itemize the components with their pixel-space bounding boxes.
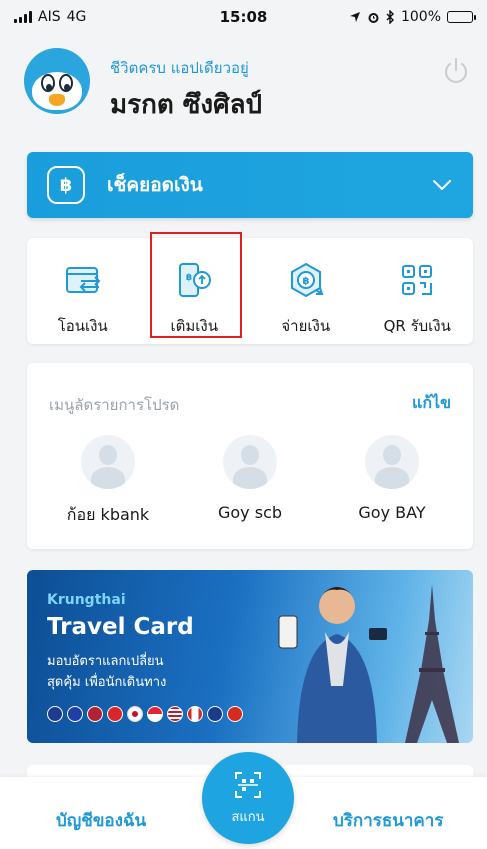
battery-text: 100% <box>400 9 441 25</box>
favorite-item[interactable]: ก้อย kbank <box>43 435 173 528</box>
flag-icon <box>107 706 123 722</box>
network: 4G <box>66 9 87 25</box>
action-transfer[interactable]: โอนเงิน <box>27 238 139 344</box>
flag-icon <box>127 706 143 722</box>
action-pay[interactable]: ฿ จ่ายเงิน <box>250 238 362 344</box>
action-label: จ่ายเงิน <box>281 317 331 335</box>
eiffel-tower-illustration <box>405 584 459 743</box>
favorites-list: ก้อย kbank Goy scb Goy BAY <box>27 435 473 528</box>
flag-icon <box>167 706 183 722</box>
status-time: 15:08 <box>219 8 268 26</box>
status-bar: AIS 4G 15:08 100% <box>0 0 487 34</box>
check-balance-bar[interactable]: ฿ เช็คยอดเงิน <box>27 152 473 218</box>
avatar-eye-right <box>59 74 73 92</box>
person-icon <box>365 435 419 489</box>
favorite-name: ก้อย kbank <box>66 505 150 524</box>
scan-button[interactable]: สแกน <box>202 752 294 844</box>
header: ชีวิตครบ แอปเดียวอยู่ มรกต ซึงศิลป์ <box>0 34 487 144</box>
location-icon <box>349 12 360 22</box>
power-icon[interactable] <box>441 56 471 86</box>
travel-card-banner[interactable]: Krungthai Travel Card มอบอัตราแลกเปลี่ยน… <box>27 570 473 743</box>
flag-icon <box>47 706 63 722</box>
status-left: AIS 4G <box>14 9 86 25</box>
quick-actions-card: โอนเงิน ฿ เติมเงิน ฿ จ่ายเงิน QR รับเงิน <box>27 238 473 344</box>
favorites-title: เมนูลัดรายการโปรด <box>49 396 180 414</box>
status-right: 100% <box>349 9 476 25</box>
bluetooth-icon <box>386 10 394 24</box>
action-label: เติมเงิน <box>170 317 218 335</box>
avatar[interactable] <box>24 48 90 114</box>
baht-icon: ฿ <box>47 166 85 204</box>
banner-brand: Krungthai <box>47 592 126 608</box>
flag-icon <box>187 706 203 722</box>
chevron-down-icon[interactable] <box>431 174 453 196</box>
nav-my-accounts[interactable]: บัญชีของฉัน <box>56 807 146 834</box>
flag-icon <box>147 706 163 722</box>
favorites-edit-button[interactable]: แก้ไข <box>412 391 451 416</box>
pay-icon: ฿ <box>290 262 324 298</box>
greeting: ชีวิตครบ แอปเดียวอยู่ <box>110 59 249 77</box>
user-name: มรกต ซึงศิลป์ <box>110 90 263 120</box>
transfer-icon <box>65 267 101 293</box>
person-icon <box>81 435 135 489</box>
action-label: โอนเงิน <box>57 317 108 335</box>
person-icon <box>223 435 277 489</box>
banner-title: Travel Card <box>47 614 194 640</box>
country-flags <box>47 706 243 722</box>
topup-icon: ฿ <box>179 263 212 297</box>
action-qr-receive[interactable]: QR รับเงิน <box>362 238 474 344</box>
alarm-icon <box>368 12 379 23</box>
check-balance-label: เช็คยอดเงิน <box>107 174 203 196</box>
svg-text:฿: ฿ <box>302 276 309 287</box>
banner-subtitle-line2: สุดคุ้ม เพื่อนักเดินทาง <box>47 675 167 690</box>
qr-receive-icon <box>402 265 433 295</box>
favorites-card: เมนูลัดรายการโปรด แก้ไข ก้อย kbank Goy s… <box>27 363 473 549</box>
signal-icon <box>14 11 32 23</box>
carrier: AIS <box>38 9 61 25</box>
flag-icon <box>87 706 103 722</box>
avatar-beak <box>49 94 65 106</box>
flag-icon <box>227 706 243 722</box>
flag-icon <box>207 706 223 722</box>
flag-icon <box>67 706 83 722</box>
svg-text:฿: ฿ <box>186 273 192 283</box>
avatar-eye-left <box>41 74 55 92</box>
battery-icon <box>447 11 476 23</box>
favorite-item[interactable]: Goy BAY <box>327 435 457 528</box>
traveler-illustration <box>278 587 387 743</box>
action-topup[interactable]: ฿ เติมเงิน <box>139 238 251 344</box>
scan-label: สแกน <box>231 809 265 825</box>
favorite-name: Goy BAY <box>358 503 426 522</box>
action-label: QR รับเงิน <box>383 317 451 335</box>
banner-subtitle-line1: มอบอัตราแลกเปลี่ยน <box>47 654 164 669</box>
nav-bank-services[interactable]: บริการธนาคาร <box>333 807 443 834</box>
favorite-name: Goy scb <box>217 503 283 522</box>
scan-qr-icon <box>235 771 261 798</box>
favorite-item[interactable]: Goy scb <box>185 435 315 528</box>
